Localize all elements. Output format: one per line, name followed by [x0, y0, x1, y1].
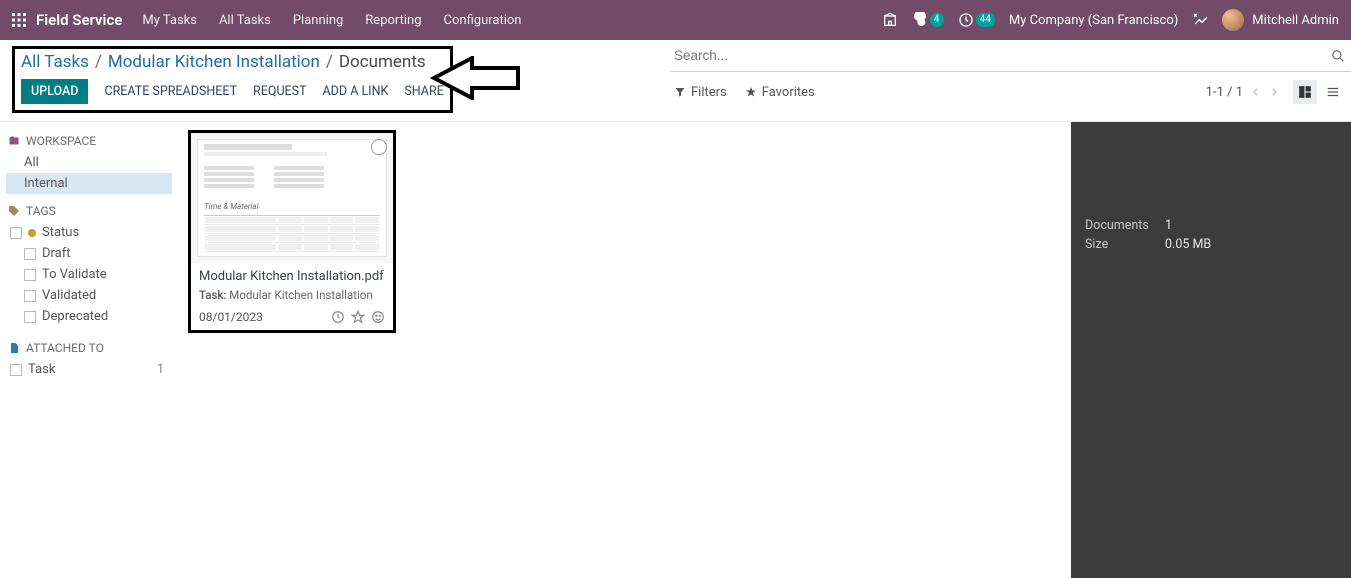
request-button[interactable]: REQUEST — [253, 84, 307, 99]
user-name: Mitchell Admin — [1252, 13, 1339, 28]
panel-documents-value: 1 — [1165, 218, 1172, 233]
checkbox[interactable] — [10, 227, 22, 239]
breadcrumb-current: Documents — [339, 52, 426, 72]
search-icon[interactable] — [1331, 49, 1345, 63]
main-menu: My Tasks All Tasks Planning Reporting Co… — [142, 13, 521, 28]
document-task: Task: Modular Kitchen Installation — [199, 288, 385, 302]
panel-size-label: Size — [1085, 237, 1165, 252]
checkbox[interactable] — [24, 311, 36, 323]
add-link-button[interactable]: ADD A LINK — [323, 84, 389, 99]
action-buttons: UPLOAD CREATE SPREADSHEET REQUEST ADD A … — [21, 79, 444, 104]
breadcrumb: All Tasks / Modular Kitchen Installation… — [21, 52, 444, 72]
attached-task[interactable]: Task 1 — [6, 359, 172, 380]
tag-status[interactable]: Status — [6, 222, 172, 243]
attached-section-header: ATTACHED TO — [6, 341, 172, 355]
menu-my-tasks[interactable]: My Tasks — [142, 13, 197, 28]
list-view-button[interactable] — [1321, 80, 1345, 104]
tag-deprecated[interactable]: Deprecated — [6, 306, 172, 327]
workspace-internal[interactable]: Internal — [6, 173, 172, 194]
create-spreadsheet-button[interactable]: CREATE SPREADSHEET — [104, 84, 237, 99]
menu-all-tasks[interactable]: All Tasks — [219, 13, 271, 28]
upload-button[interactable]: UPLOAD — [21, 79, 88, 104]
workspace-section-header: WORKSPACE — [6, 134, 172, 148]
pager-range: 1-1 / 1 — [1206, 85, 1243, 100]
control-panel: All Tasks / Modular Kitchen Installation… — [0, 40, 1351, 122]
avatar-icon — [1222, 9, 1244, 31]
document-title: Modular Kitchen Installation.pdf — [199, 269, 385, 284]
menu-planning[interactable]: Planning — [293, 13, 343, 28]
document-card[interactable]: Time & Material Modular Kitchen Installa… — [188, 130, 396, 333]
tags-section-header: TAGS — [6, 204, 172, 218]
star-icon[interactable] — [351, 310, 365, 324]
panel-documents-label: Documents — [1085, 218, 1165, 233]
favorites-button[interactable]: Favorites — [745, 85, 815, 100]
checkbox[interactable] — [10, 364, 22, 376]
sidebar: WORKSPACE All Internal TAGS Status Draft… — [0, 122, 178, 578]
tag-validated[interactable]: Validated — [6, 285, 172, 306]
messaging-icon[interactable]: 4 — [912, 12, 944, 28]
document-thumbnail[interactable]: Time & Material — [191, 133, 393, 263]
checkbox[interactable] — [24, 269, 36, 281]
checkbox[interactable] — [24, 290, 36, 302]
task-count: 1 — [157, 362, 168, 377]
brand[interactable]: Field Service — [36, 11, 122, 29]
search-input[interactable] — [670, 48, 1331, 63]
owner-icon[interactable] — [371, 310, 385, 324]
main-content: Time & Material Modular Kitchen Installa… — [178, 122, 1071, 578]
workspace-all[interactable]: All — [6, 152, 172, 173]
tag-dot-icon — [28, 229, 36, 237]
tag-to-validate[interactable]: To Validate — [6, 264, 172, 285]
select-circle[interactable] — [371, 139, 387, 155]
building-icon[interactable] — [882, 12, 898, 28]
pager-prev[interactable] — [1251, 86, 1261, 98]
debug-icon[interactable] — [1192, 12, 1208, 28]
search-bar — [670, 40, 1351, 72]
checkbox[interactable] — [24, 248, 36, 260]
document-date: 08/01/2023 — [199, 310, 263, 324]
pager: 1-1 / 1 — [1206, 85, 1279, 100]
arrow-annotation-icon — [430, 56, 520, 100]
top-nav: Field Service My Tasks All Tasks Plannin… — [0, 0, 1351, 40]
activities-icon[interactable]: 44 — [958, 12, 995, 28]
activities-badge: 44 — [976, 13, 995, 27]
inspector-panel: Documents 1 Size 0.05 MB — [1071, 122, 1351, 578]
messaging-badge: 4 — [930, 13, 944, 27]
apps-icon[interactable] — [12, 13, 26, 27]
menu-configuration[interactable]: Configuration — [444, 13, 522, 28]
tag-draft[interactable]: Draft — [6, 243, 172, 264]
activity-icon[interactable] — [331, 310, 345, 324]
breadcrumb-all-tasks[interactable]: All Tasks — [21, 52, 89, 72]
filters-button[interactable]: Filters — [674, 85, 727, 100]
pager-next[interactable] — [1269, 86, 1279, 98]
user-menu[interactable]: Mitchell Admin — [1222, 9, 1339, 31]
menu-reporting[interactable]: Reporting — [365, 13, 421, 28]
company-switcher[interactable]: My Company (San Francisco) — [1009, 13, 1178, 28]
kanban-view-button[interactable] — [1293, 80, 1317, 104]
breadcrumb-highlight-box: All Tasks / Modular Kitchen Installation… — [12, 46, 453, 113]
breadcrumb-task[interactable]: Modular Kitchen Installation — [108, 52, 320, 72]
panel-size-value: 0.05 MB — [1165, 237, 1211, 252]
